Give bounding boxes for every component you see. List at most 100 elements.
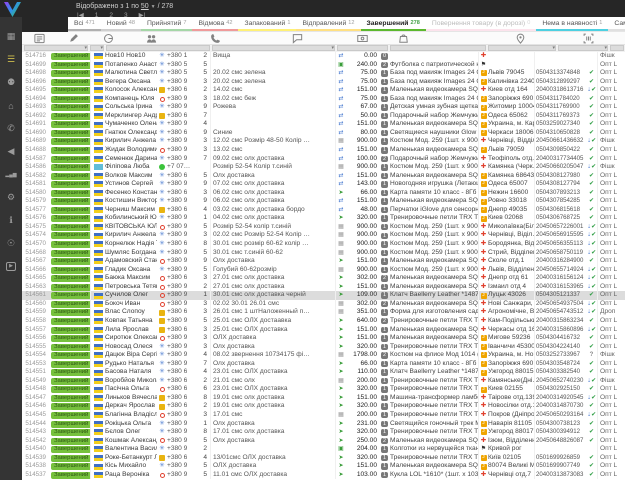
- column-header-comment-icon[interactable]: [292, 33, 303, 44]
- table-row[interactable]: 514587ЗавершенийСеменюк Дарина✳+380 9709…: [22, 155, 625, 164]
- table-row[interactable]: 514690ЗавершенийГнатюк Олександр✳+380 69…: [22, 129, 625, 138]
- table-row[interactable]: 514579ЗавершенийКостишин Виктор✳+380 990…: [22, 197, 625, 206]
- table-row[interactable]: 514563ЗавершенийПетровська Тетяна+380 92…: [22, 283, 625, 292]
- tab-всі[interactable]: Всі471: [68, 17, 101, 31]
- delivery-city: Іванчичи 45300: [488, 343, 534, 352]
- tab-нема-в-наявності[interactable]: Нема в наявності1: [536, 17, 608, 31]
- tab-самовивіз[interactable]: Самовивіз2: [608, 17, 625, 31]
- table-row[interactable]: 514537ЗавершенийРаца Вероніка+380 9511.0…: [22, 471, 625, 480]
- tab-прийнятий[interactable]: Прийнятий7: [141, 17, 193, 31]
- tab-запакований[interactable]: Запакований1: [238, 17, 296, 31]
- table-row[interactable]: 514693ЗавершенийСольська Ірина✳+380 99Ро…: [22, 103, 625, 112]
- table-row[interactable]: 514544ЗавершенийРокіцька Ольга✳+380 91Ол…: [22, 420, 625, 429]
- table-row[interactable]: 514586ЗавершенийФіліпова Люба+7 07…Розмі…: [22, 163, 625, 172]
- column-header-source-icon[interactable]: [103, 33, 114, 44]
- table-row[interactable]: 514556ЗавершенийСиротюк Олександр+380 93…: [22, 334, 625, 343]
- table-row[interactable]: 514543ЗавершенийБєлов Олег✳+380 9817.01 …: [22, 428, 625, 437]
- filter-dropdown-arrow-icon[interactable]: ▾: [100, 45, 103, 51]
- table-row[interactable]: 514539ЗавершенийРоке-Бетанкурт Лін…+380 …: [22, 454, 625, 463]
- country-flag-icon: [94, 455, 103, 461]
- table-row[interactable]: 514688ЗавершенийЖидак Володимир+380 9313…: [22, 146, 625, 155]
- table-row[interactable]: 514582ЗавершенийВолков Максим✳+380 65Олх…: [22, 172, 625, 181]
- page-size-dropdown[interactable]: 50: [141, 3, 149, 10]
- table-row[interactable]: 514560ЗавершенийБокоч Иван+380 9302.02 3…: [22, 300, 625, 309]
- tab-завершений[interactable]: Завершений278: [361, 17, 426, 31]
- column-header-barcode-icon[interactable]: [583, 33, 594, 44]
- broadcast-icon[interactable]: ◀: [0, 140, 22, 163]
- table-row[interactable]: 514580ЗавершенийФесенко Константин✳+380 …: [22, 189, 625, 198]
- table-row[interactable]: 514542ЗавершенийКошмак Александр+380 95О…: [22, 437, 625, 446]
- calls-icon[interactable]: ✆: [0, 117, 22, 140]
- tracking-number: 20450660205047: [534, 163, 586, 172]
- table-row[interactable]: 514540ЗавершенийВалентина Василье…✳+380 …: [22, 445, 625, 454]
- web-icon[interactable]: ☉: [0, 232, 22, 255]
- table-row[interactable]: 514698ЗавершенийМалютина Светлана✳+380 5…: [22, 69, 625, 78]
- table-row[interactable]: 514581ЗавершенийУстинов Сергей✳+380 9907…: [22, 180, 625, 189]
- table-row[interactable]: 514558ЗавершенийКовпак Татьяна+380 9525.…: [22, 317, 625, 326]
- table-row[interactable]: 514577ЗавершенийЧерниш Максим+380 6403.0…: [22, 206, 625, 215]
- table-row[interactable]: 514546ЗавершенийДеркач Ярослав+380 6219.…: [22, 402, 625, 411]
- column-header-clients-icon[interactable]: [146, 33, 157, 44]
- table-row[interactable]: 514694ЗавершенийКомпанець Юля+380 9318.0…: [22, 95, 625, 104]
- table-row[interactable]: 514561ЗавершенийСучилов Олег+380 9130.01…: [22, 291, 625, 300]
- chevron-down-icon[interactable]: ▼: [151, 4, 156, 10]
- table-row[interactable]: 514691ЗавершенийЧумаченко Олена✳+380 94⇄…: [22, 120, 625, 129]
- table-row[interactable]: 514549ЗавершенийВоробйов Микола✳+380 622…: [22, 377, 625, 386]
- table-row[interactable]: 514692ЗавершенийМерклингер Андрей+380 67…: [22, 112, 625, 121]
- table-row[interactable]: 514568ЗавершенийШумляс Богдана Ан…✳+380 …: [22, 249, 625, 258]
- table-row[interactable]: 514699ЗавершенийПотапенко Анастас…✳+380 …: [22, 61, 625, 70]
- column-header-edit-icon[interactable]: [68, 33, 79, 44]
- table-row[interactable]: 514695ЗавершенийКолосок Александр+380 62…: [22, 86, 625, 95]
- table-row[interactable]: 514576ЗавершенийКобилинський Юрий✳+380 9…: [22, 214, 625, 223]
- filter-input-4[interactable]: [337, 45, 388, 51]
- filter-dropdown-arrow-icon[interactable]: ▾: [552, 45, 555, 51]
- table-row[interactable]: 514567ЗавершенийАдамовский Станис…+380 9…: [22, 257, 625, 266]
- filter-input-2[interactable]: [106, 45, 210, 51]
- column-header-package-icon[interactable]: [398, 33, 409, 44]
- filter-dropdown-arrow-icon[interactable]: ▾: [84, 45, 87, 51]
- filter-input-6[interactable]: ▾: [488, 45, 556, 51]
- info-icon[interactable]: ℹ: [0, 209, 22, 232]
- contacts-icon[interactable]: ⚉: [0, 71, 22, 94]
- column-header-location-pin-icon[interactable]: [515, 33, 526, 44]
- table-row[interactable]: 514689ЗавершенийКирилич Анжела✳+380 9312…: [22, 137, 625, 146]
- dashboard-icon[interactable]: ▦: [0, 25, 22, 48]
- table-row[interactable]: 514551ЗавершенийБасова Наталя✳+380 6423.…: [22, 368, 625, 377]
- table-row[interactable]: 514696ЗавершенийВегера Оксана✳+380 9320.…: [22, 78, 625, 87]
- filter-dropdown-arrow-icon[interactable]: ▾: [331, 45, 334, 51]
- table-row[interactable]: 514716ЗавершенийНов10 Нов10✳+380 12Вища⇄…: [22, 52, 625, 61]
- table-row[interactable]: 514538ЗавершенийКісь Михайло✳+380 95ОЛХ …: [22, 462, 625, 471]
- filter-input-5[interactable]: [390, 45, 486, 51]
- filter-input-0[interactable]: ▾: [24, 45, 88, 51]
- table-row[interactable]: 514559ЗавершенийВлас Слопоу+380 6326.01 …: [22, 308, 625, 317]
- table-row[interactable]: 514545ЗавершенийБлагінна Владіслава+380 …: [22, 411, 625, 420]
- table-row[interactable]: 514565ЗавершенийБаюка Максим+380 6327.01…: [22, 274, 625, 283]
- filter-dropdown-arrow-icon[interactable]: ▾: [604, 45, 607, 51]
- column-header-money-icon[interactable]: [357, 33, 368, 44]
- column-header-phone-icon[interactable]: [210, 33, 221, 44]
- orders-icon[interactable]: ☰: [0, 48, 22, 71]
- table-row[interactable]: 514555ЗавершенийНовосад Олеся✳+380 93Олх…: [22, 343, 625, 352]
- table-row[interactable]: 514553ЗавершенийРудько Наталья✳+380 97Ол…: [22, 360, 625, 369]
- table-row[interactable]: 514570ЗавершенийКорнелюк Надія Та…✳+380 …: [22, 240, 625, 249]
- table-row[interactable]: 514566ЗавершенийГладик Оксана✳+380 95Гол…: [22, 266, 625, 275]
- column-header-order-form-icon[interactable]: [34, 33, 45, 44]
- automation-icon[interactable]: ⚙: [0, 186, 22, 209]
- stats-icon[interactable]: ▂▄▆: [0, 163, 22, 186]
- tab-відмова[interactable]: Відмова42: [192, 17, 238, 31]
- table-row[interactable]: 514554ЗавершенийДацюк Віра Сергіївна✳+38…: [22, 351, 625, 360]
- tab-новий[interactable]: Новий48: [101, 17, 141, 31]
- table-row[interactable]: 514548ЗавершенийПасічна Ольга+380 6623.0…: [22, 385, 625, 394]
- tab-відправлений[interactable]: Відправлений12: [296, 17, 360, 31]
- filter-input-7[interactable]: ▾: [558, 45, 608, 51]
- table-row[interactable]: 514574ЗавершенийКирилич Анжела Ол…✳+380 …: [22, 231, 625, 240]
- tab-повернення-товару-в-дорозі-[interactable]: Повернення товару (в дорозі)0: [426, 17, 537, 31]
- video-icon[interactable]: ▶: [0, 255, 22, 278]
- filter-input-1[interactable]: ▾: [90, 45, 104, 51]
- filter-input-8[interactable]: [610, 45, 624, 51]
- table-row[interactable]: 514575ЗавершенийКВІТОВСЬКА ЮЛІЯ+380 95Ро…: [22, 223, 625, 232]
- filter-input-3[interactable]: ▾: [212, 45, 335, 51]
- company-icon[interactable]: ⌂: [0, 94, 22, 117]
- table-row[interactable]: 514547ЗавершенийЛиньков Вячеслав+380 681…: [22, 394, 625, 403]
- table-row[interactable]: 514557ЗавершенийЛила Ярослав+380 6325.01…: [22, 326, 625, 335]
